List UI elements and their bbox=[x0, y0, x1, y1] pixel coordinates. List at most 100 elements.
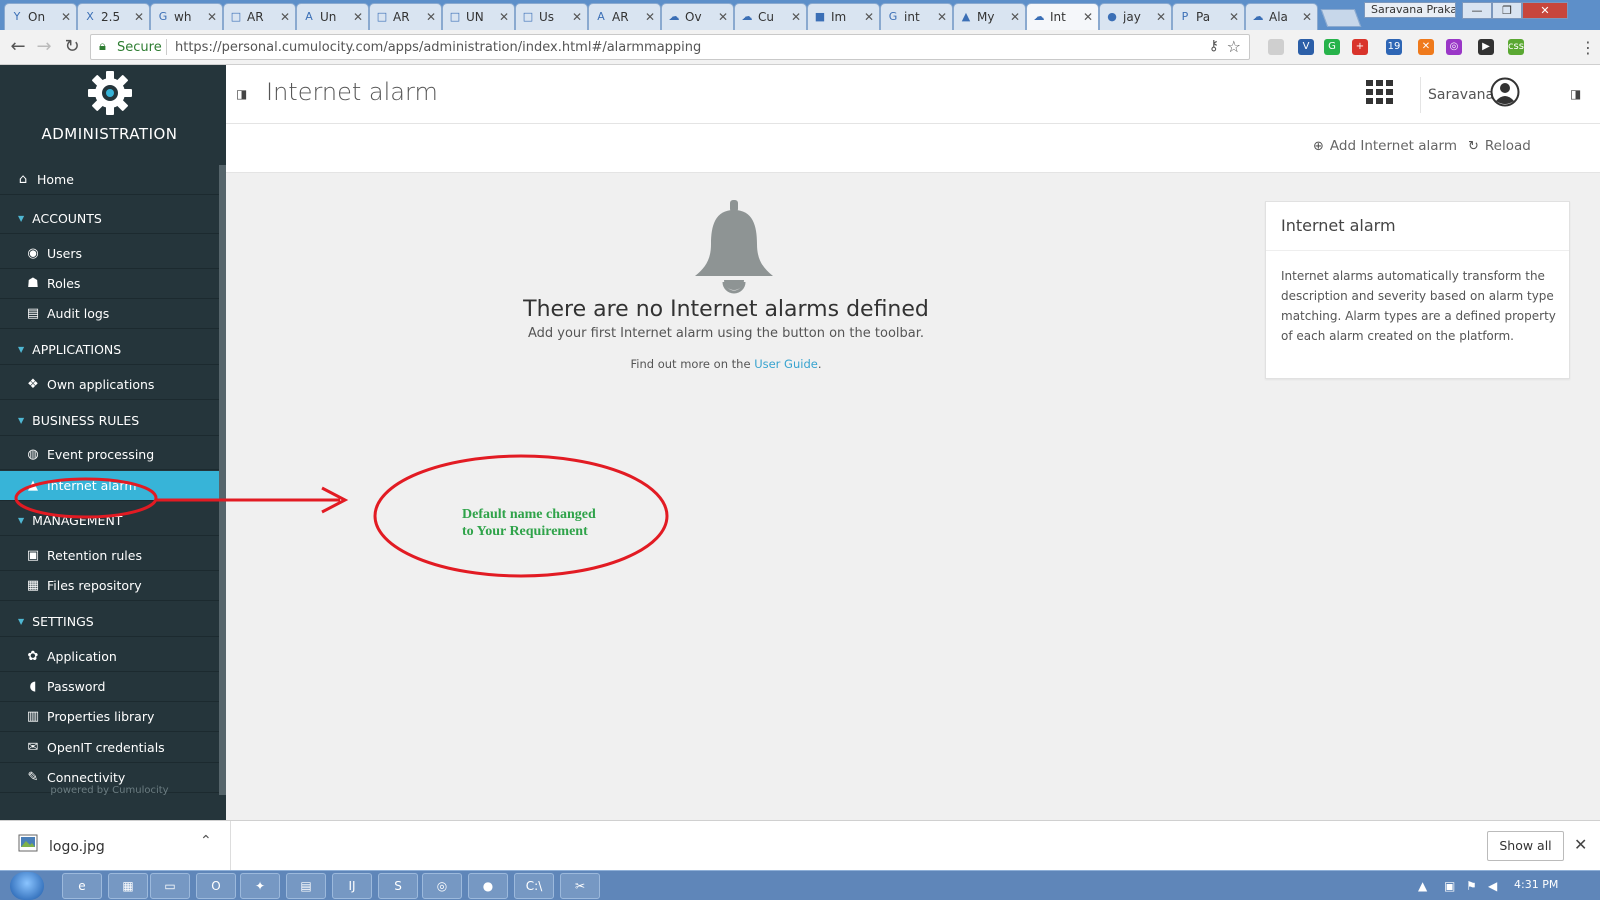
ext-green-icon[interactable]: css bbox=[1508, 39, 1524, 55]
browser-tab[interactable]: ☁ Ov ✕ bbox=[661, 3, 734, 30]
user-name[interactable]: Saravana bbox=[1428, 87, 1494, 103]
sidebar-item-own-applications[interactable]: ❖ Own applications bbox=[0, 370, 219, 400]
tab-close-icon[interactable]: ✕ bbox=[1229, 10, 1239, 24]
paint-icon[interactable]: ✦ bbox=[240, 873, 280, 899]
app-red-icon[interactable]: ▦ bbox=[108, 873, 148, 899]
sidebar-item-openit-credentials[interactable]: ✉ OpenIT credentials bbox=[0, 733, 219, 763]
tray-network-icon[interactable]: ▣ bbox=[1444, 879, 1455, 893]
collapse-panel-icon[interactable]: ◨ bbox=[1570, 87, 1581, 101]
tab-close-icon[interactable]: ✕ bbox=[791, 10, 801, 24]
browser-tab[interactable]: □ AR ✕ bbox=[223, 3, 296, 30]
tab-close-icon[interactable]: ✕ bbox=[645, 10, 655, 24]
apps-grid-icon[interactable] bbox=[1366, 80, 1393, 104]
ie-icon[interactable]: e bbox=[62, 873, 102, 899]
tab-close-icon[interactable]: ✕ bbox=[937, 10, 947, 24]
tab-close-icon[interactable]: ✕ bbox=[280, 10, 290, 24]
sidebar-section-business-rules[interactable]: ▼ BUSINESS RULES bbox=[0, 406, 219, 436]
user-guide-link[interactable]: User Guide bbox=[754, 357, 818, 371]
sidebar-section-applications[interactable]: ▼ APPLICATIONS bbox=[0, 335, 219, 365]
tab-close-icon[interactable]: ✕ bbox=[718, 10, 728, 24]
tray-volume-icon[interactable]: ◀ bbox=[1488, 879, 1497, 893]
clock[interactable]: 4:31 PM bbox=[1514, 878, 1558, 891]
ext-purple-icon[interactable]: ◎ bbox=[1446, 39, 1462, 55]
sidebar-item-internet-alarm[interactable]: ▲ Internet alarm bbox=[0, 471, 219, 501]
sidebar-section-settings[interactable]: ▼ SETTINGS bbox=[0, 607, 219, 637]
sublime-icon[interactable]: S bbox=[378, 873, 418, 899]
sidebar-item-users[interactable]: ◉ Users bbox=[0, 239, 219, 269]
sidebar-item-audit-logs[interactable]: ▤ Audit logs bbox=[0, 299, 219, 329]
collapse-sidebar-icon[interactable]: ◨ bbox=[236, 87, 247, 101]
browser-tab[interactable]: Gwh ✕ bbox=[150, 3, 223, 30]
sidebar-item-files-repository[interactable]: ▦ Files repository bbox=[0, 571, 219, 601]
explorer-icon[interactable]: ▭ bbox=[150, 873, 190, 899]
intellij-icon[interactable]: IJ bbox=[332, 873, 372, 899]
sidebar-item-roles[interactable]: ☗ Roles bbox=[0, 269, 219, 299]
tab-close-icon[interactable]: ✕ bbox=[1156, 10, 1166, 24]
sidebar-item-event-processing[interactable]: ◍ Event processing bbox=[0, 440, 219, 470]
reload-button[interactable]: ↻ Reload bbox=[1468, 138, 1531, 154]
cmd-icon[interactable]: C:\ bbox=[514, 873, 554, 899]
new-tab-button[interactable] bbox=[1320, 9, 1362, 27]
tray-arrow-icon[interactable]: ▲ bbox=[1418, 879, 1427, 893]
outlook-icon[interactable]: O bbox=[196, 873, 236, 899]
browser-tab[interactable]: A AR ✕ bbox=[588, 3, 661, 30]
ext-grey-icon[interactable] bbox=[1268, 39, 1284, 55]
key-icon[interactable]: ⚷ bbox=[1209, 38, 1219, 54]
snip-icon[interactable]: ✂ bbox=[560, 873, 600, 899]
tab-close-icon[interactable]: ✕ bbox=[134, 10, 144, 24]
forward-arrow-icon[interactable]: → bbox=[34, 37, 54, 57]
sidebar-item-password[interactable]: ◖ Password bbox=[0, 672, 219, 702]
sidebar-section-management[interactable]: ▼ MANAGEMENT bbox=[0, 506, 219, 536]
ext-grammarly-icon[interactable]: G bbox=[1324, 39, 1340, 55]
browser-tab[interactable]: ☁ Int ✕ bbox=[1026, 3, 1099, 30]
bookmark-star-icon[interactable]: ☆ bbox=[1227, 37, 1241, 56]
tab-close-icon[interactable]: ✕ bbox=[1083, 10, 1093, 24]
browser-tab[interactable]: X 2.5 ✕ bbox=[77, 3, 150, 30]
folder-icon[interactable]: ▤ bbox=[286, 873, 326, 899]
sidebar-item-properties-library[interactable]: ▥ Properties library bbox=[0, 702, 219, 732]
chrome-icon[interactable]: ◎ bbox=[422, 873, 462, 899]
browser-tab[interactable]: ● jay ✕ bbox=[1099, 3, 1172, 30]
tab-close-icon[interactable]: ✕ bbox=[1010, 10, 1020, 24]
tab-close-icon[interactable]: ✕ bbox=[207, 10, 217, 24]
close-window-icon[interactable]: ✕ bbox=[1522, 2, 1568, 19]
close-icon[interactable]: ✕ bbox=[1574, 835, 1587, 854]
browser-tab[interactable]: Y On ✕ bbox=[4, 3, 77, 30]
browser-tab[interactable]: ▲ My ✕ bbox=[953, 3, 1026, 30]
chevron-up-icon[interactable]: ⌃ bbox=[200, 833, 212, 849]
tab-close-icon[interactable]: ✕ bbox=[572, 10, 582, 24]
browser-tab[interactable]: A Un ✕ bbox=[296, 3, 369, 30]
browser-tab[interactable]: ☁ Ala ✕ bbox=[1245, 3, 1318, 30]
browser-tab[interactable]: □ AR ✕ bbox=[369, 3, 442, 30]
tab-close-icon[interactable]: ✕ bbox=[353, 10, 363, 24]
address-bar[interactable]: 🔒︎ Secure https://personal.cumulocity.co… bbox=[90, 34, 1250, 60]
maximize-icon[interactable]: ❐ bbox=[1492, 2, 1522, 19]
tab-close-icon[interactable]: ✕ bbox=[426, 10, 436, 24]
ext-pin-icon[interactable]: ▶ bbox=[1478, 39, 1494, 55]
sidebar-item-retention-rules[interactable]: ▣ Retention rules bbox=[0, 541, 219, 571]
browser-tab[interactable]: P Pa ✕ bbox=[1172, 3, 1245, 30]
ext-cloud-icon[interactable]: 19 bbox=[1386, 39, 1402, 55]
download-filename[interactable]: logo.jpg bbox=[49, 839, 105, 855]
back-arrow-icon[interactable]: ← bbox=[8, 37, 28, 57]
reload-icon[interactable]: ↻ bbox=[62, 37, 82, 57]
sidebar-section-accounts[interactable]: ▼ ACCOUNTS bbox=[0, 204, 219, 234]
browser-tab[interactable]: ☁ Cu ✕ bbox=[734, 3, 807, 30]
sidebar-scrollbar[interactable] bbox=[219, 165, 226, 795]
browser-tab[interactable]: □ UN ✕ bbox=[442, 3, 515, 30]
start-button-icon[interactable] bbox=[10, 872, 44, 900]
add-internet-alarm-button[interactable]: ⊕ Add Internet alarm bbox=[1313, 138, 1457, 154]
ext-red-icon[interactable]: + bbox=[1352, 39, 1368, 55]
browser-tab[interactable]: Gint ✕ bbox=[880, 3, 953, 30]
tray-flag-icon[interactable]: ⚑ bbox=[1466, 879, 1477, 893]
browser-menu-icon[interactable]: ⋮ bbox=[1580, 38, 1596, 57]
user-avatar-icon[interactable] bbox=[1490, 77, 1520, 107]
browser-tab[interactable]: □ Us ✕ bbox=[515, 3, 588, 30]
ext-v-icon[interactable]: V bbox=[1298, 39, 1314, 55]
postman-icon[interactable]: ● bbox=[468, 873, 508, 899]
tab-close-icon[interactable]: ✕ bbox=[61, 10, 71, 24]
browser-tab[interactable]: ■ Im ✕ bbox=[807, 3, 880, 30]
profile-chip[interactable]: Saravana Praka... bbox=[1364, 2, 1456, 18]
sidebar-item-application[interactable]: ✿ Application bbox=[0, 642, 219, 672]
tab-close-icon[interactable]: ✕ bbox=[864, 10, 874, 24]
